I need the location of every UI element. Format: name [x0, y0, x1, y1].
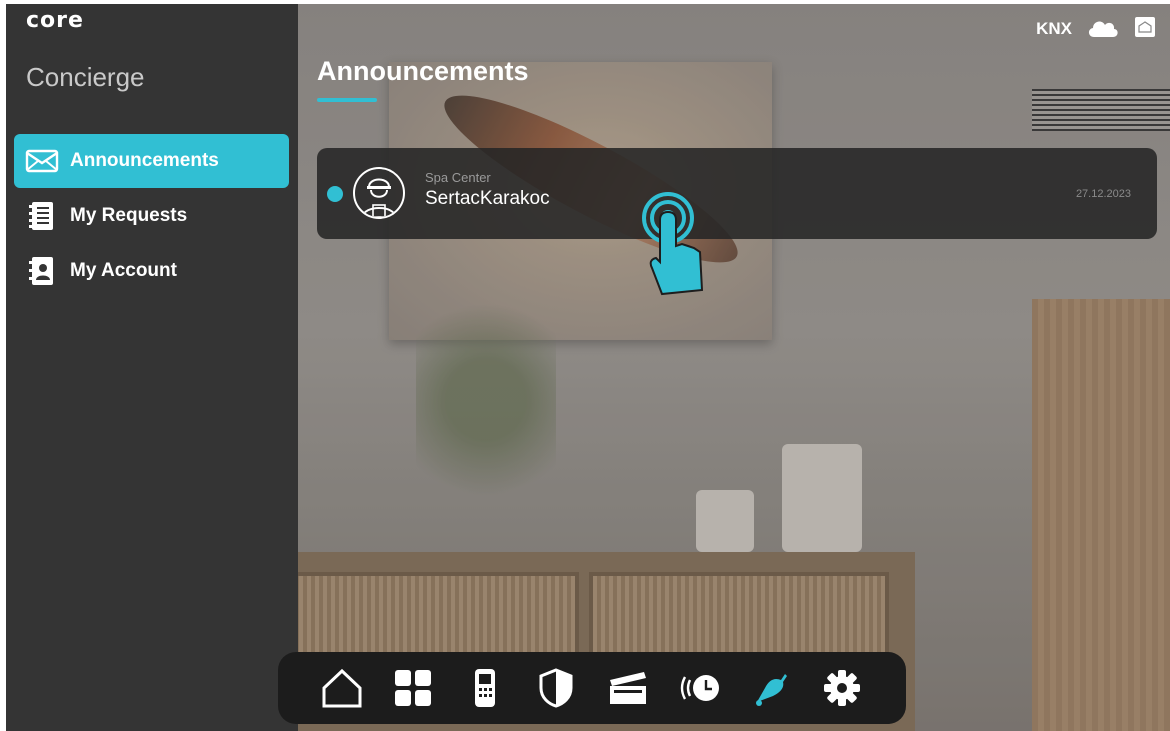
dock-concierge-button[interactable] — [746, 663, 796, 713]
section-title: Concierge — [26, 62, 145, 92]
envelope-icon — [24, 146, 60, 176]
sidebar-item-label: My Requests — [70, 205, 188, 226]
sidebar-item-announcements[interactable]: Announcements — [14, 134, 289, 188]
cloud-icon[interactable] — [1086, 16, 1120, 42]
worker-avatar-icon — [353, 167, 405, 219]
sidebar-item-my-requests[interactable]: My Requests — [14, 189, 289, 243]
bottom-dock — [278, 652, 906, 724]
contact-book-icon — [24, 256, 60, 286]
home-icon — [322, 668, 362, 708]
sidebar-item-label: My Account — [70, 260, 177, 281]
gear-icon — [824, 670, 861, 706]
sidebar-item-label: Announcements — [70, 150, 219, 171]
grid-icon — [395, 670, 432, 706]
dock-scenes-button[interactable] — [603, 663, 653, 713]
unread-indicator — [327, 186, 343, 202]
app-frame: core Concierge Announcements My Requests… — [6, 4, 1170, 731]
announcement-date: 27.12.2023 — [1075, 188, 1131, 200]
core-logo: core — [26, 8, 84, 33]
knx-status: KNX — [1036, 19, 1072, 38]
dock-intercom-button[interactable] — [460, 663, 510, 713]
announcement-card[interactable]: Spa Center SertacKarakoc 27.12.2023 — [317, 148, 1157, 239]
tap-hand-icon — [638, 190, 718, 300]
home-box-icon[interactable] — [1134, 16, 1156, 42]
announcement-category: Spa Center — [425, 170, 491, 185]
status-bar: KNX — [1036, 16, 1156, 42]
intercom-icon — [474, 669, 495, 707]
dock-home-button[interactable] — [317, 663, 367, 713]
announcement-sender: SertacKarakoc — [425, 188, 550, 209]
dock-security-button[interactable] — [531, 663, 581, 713]
page-title: Announcements — [317, 56, 529, 86]
concierge-bell-icon — [755, 674, 787, 706]
dock-rooms-button[interactable] — [388, 663, 438, 713]
sidebar-menu: Announcements My Requests My Account — [14, 134, 289, 299]
dock-settings-button[interactable] — [817, 663, 867, 713]
clapperboard-icon — [609, 672, 646, 704]
notebook-list-icon — [24, 201, 60, 231]
sidebar: core Concierge Announcements My Requests… — [6, 4, 298, 731]
sidebar-item-my-account[interactable]: My Account — [14, 244, 289, 298]
title-underline — [317, 98, 377, 102]
dock-schedule-button[interactable] — [674, 663, 724, 713]
schedule-icon — [681, 675, 720, 701]
shield-icon — [539, 668, 573, 708]
